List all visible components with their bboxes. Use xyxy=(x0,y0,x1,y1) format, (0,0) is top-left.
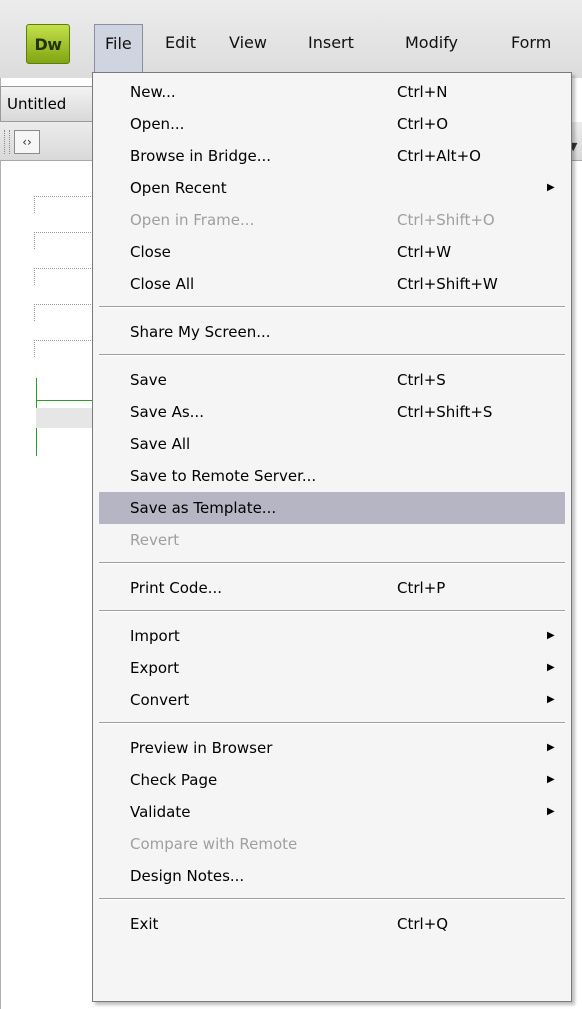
menu-item-label: Exit xyxy=(130,915,159,933)
menu-item-shortcut: Ctrl+Q xyxy=(397,915,449,933)
submenu-arrow-icon: ▶ xyxy=(547,694,555,705)
menu-item-label: Close xyxy=(130,243,171,261)
menu-item-close-all[interactable]: Close All Ctrl+Shift+W xyxy=(93,268,571,300)
menu-file-label: File xyxy=(105,34,132,53)
menu-item-label: Open Recent xyxy=(130,179,227,197)
menu-item-label: Save xyxy=(130,371,167,389)
menu-edit[interactable]: Edit xyxy=(165,33,196,52)
table-header-strip xyxy=(36,408,96,428)
menu-item-label: Save as Template... xyxy=(130,499,277,517)
layout-cell[interactable] xyxy=(34,304,97,321)
menu-separator xyxy=(99,610,565,612)
menu-item-save[interactable]: Save Ctrl+S xyxy=(93,364,571,396)
menu-item-shortcut: Ctrl+S xyxy=(397,371,446,389)
menu-item-validate[interactable]: Validate ▶ xyxy=(93,796,571,828)
menu-item-label: Validate xyxy=(130,803,191,821)
menu-format-label: Form xyxy=(511,33,552,52)
logo-text: Dw xyxy=(34,34,62,54)
submenu-arrow-icon: ▶ xyxy=(547,742,555,753)
menu-item-shortcut: Ctrl+W xyxy=(397,243,452,261)
submenu-arrow-icon: ▶ xyxy=(547,662,555,673)
menu-item-open-recent[interactable]: Open Recent ▶ xyxy=(93,172,571,204)
menubar: Dw File Edit View Insert Modify Form xyxy=(0,0,582,78)
layout-cell[interactable] xyxy=(34,268,97,285)
menu-item-close[interactable]: Close Ctrl+W xyxy=(93,236,571,268)
menu-separator xyxy=(99,898,565,900)
document-tab[interactable]: Untitled xyxy=(0,86,100,122)
menu-item-shortcut: Ctrl+N xyxy=(397,83,448,101)
menu-modify-label: Modify xyxy=(405,33,459,52)
menu-separator xyxy=(99,306,565,308)
menu-item-save-to-remote-server[interactable]: Save to Remote Server... xyxy=(93,460,571,492)
submenu-arrow-icon: ▶ xyxy=(547,774,555,785)
menu-item-shortcut: Ctrl+Shift+O xyxy=(397,211,495,229)
menu-item-label: New... xyxy=(130,83,176,101)
menu-item-compare-with-remote[interactable]: Compare with Remote xyxy=(93,828,571,860)
menu-item-shortcut: Ctrl+Alt+O xyxy=(397,147,481,165)
menu-item-import[interactable]: Import ▶ xyxy=(93,620,571,652)
submenu-arrow-icon: ▶ xyxy=(547,630,555,641)
menu-separator xyxy=(99,722,565,724)
menu-item-share-my-screen[interactable]: Share My Screen... xyxy=(93,316,571,348)
menu-item-label: Save As... xyxy=(130,403,204,421)
submenu-arrow-icon: ▶ xyxy=(547,806,555,817)
menu-item-shortcut: Ctrl+O xyxy=(397,115,449,133)
menu-item-label: Convert xyxy=(130,691,190,709)
dreamweaver-logo: Dw xyxy=(26,24,70,64)
menu-edit-label: Edit xyxy=(165,33,196,52)
menu-item-design-notes[interactable]: Design Notes... xyxy=(93,860,571,892)
code-icon: ‹› xyxy=(22,135,32,149)
menu-item-label: Check Page xyxy=(130,771,218,789)
submenu-arrow-icon: ▶ xyxy=(547,182,555,193)
menu-view[interactable]: View xyxy=(229,33,267,52)
menu-item-label: Import xyxy=(130,627,180,645)
menu-item-export[interactable]: Export ▶ xyxy=(93,652,571,684)
menu-item-revert[interactable]: Revert xyxy=(93,524,571,556)
menu-separator xyxy=(99,562,565,564)
menu-item-label: Preview in Browser xyxy=(130,739,273,757)
menu-item-save-as-template[interactable]: Save as Template... xyxy=(99,492,565,524)
table-width-line xyxy=(36,400,98,401)
menu-item-new[interactable]: New... Ctrl+N xyxy=(93,76,571,108)
menu-insert[interactable]: Insert xyxy=(308,33,354,52)
menu-item-exit[interactable]: Exit Ctrl+Q xyxy=(93,908,571,940)
menu-item-preview-in-browser[interactable]: Preview in Browser ▶ xyxy=(93,732,571,764)
menu-item-shortcut: Ctrl+P xyxy=(397,579,446,597)
menu-item-label: Open in Frame... xyxy=(130,211,255,229)
menu-item-open-in-frame[interactable]: Open in Frame... Ctrl+Shift+O xyxy=(93,204,571,236)
toolbar-grip[interactable] xyxy=(4,130,10,154)
menu-item-label: Save All xyxy=(130,435,191,453)
menu-insert-label: Insert xyxy=(308,33,354,52)
menu-modify[interactable]: Modify xyxy=(405,33,458,52)
menu-item-save-as[interactable]: Save As... Ctrl+Shift+S xyxy=(93,396,571,428)
menu-item-save-all[interactable]: Save All xyxy=(93,428,571,460)
menu-item-label: Export xyxy=(130,659,180,677)
document-tab-title: Untitled xyxy=(7,95,67,113)
menu-file[interactable]: File xyxy=(94,24,143,72)
menu-item-label: Share My Screen... xyxy=(130,323,271,341)
menu-item-shortcut: Ctrl+Shift+S xyxy=(397,403,493,421)
layout-cell[interactable] xyxy=(34,232,97,249)
menu-separator xyxy=(99,354,565,356)
menu-item-convert[interactable]: Convert ▶ xyxy=(93,684,571,716)
menu-item-label: Save to Remote Server... xyxy=(130,467,317,485)
menu-item-print-code[interactable]: Print Code... Ctrl+P xyxy=(93,572,571,604)
file-menu-dropdown: New... Ctrl+N Open... Ctrl+O Browse in Bridg… xyxy=(92,72,572,1002)
menu-item-open[interactable]: Open... Ctrl+O xyxy=(93,108,571,140)
menu-item-label: Compare with Remote xyxy=(130,835,298,853)
menu-item-label: Design Notes... xyxy=(130,867,245,885)
menu-format[interactable]: Form xyxy=(511,33,582,52)
menu-item-label: Close All xyxy=(130,275,195,293)
menu-item-check-page[interactable]: Check Page ▶ xyxy=(93,764,571,796)
menu-item-label: Revert xyxy=(130,531,180,549)
menu-item-browse-in-bridge[interactable]: Browse in Bridge... Ctrl+Alt+O xyxy=(93,140,571,172)
menu-item-shortcut: Ctrl+Shift+W xyxy=(397,275,498,293)
layout-cell[interactable] xyxy=(34,196,97,213)
menu-view-label: View xyxy=(229,33,267,52)
code-view-button[interactable]: ‹› xyxy=(14,130,40,154)
menu-item-label: Browse in Bridge... xyxy=(130,147,272,165)
menu-item-label: Print Code... xyxy=(130,579,222,597)
menu-item-label: Open... xyxy=(130,115,185,133)
layout-cell[interactable] xyxy=(34,340,97,357)
